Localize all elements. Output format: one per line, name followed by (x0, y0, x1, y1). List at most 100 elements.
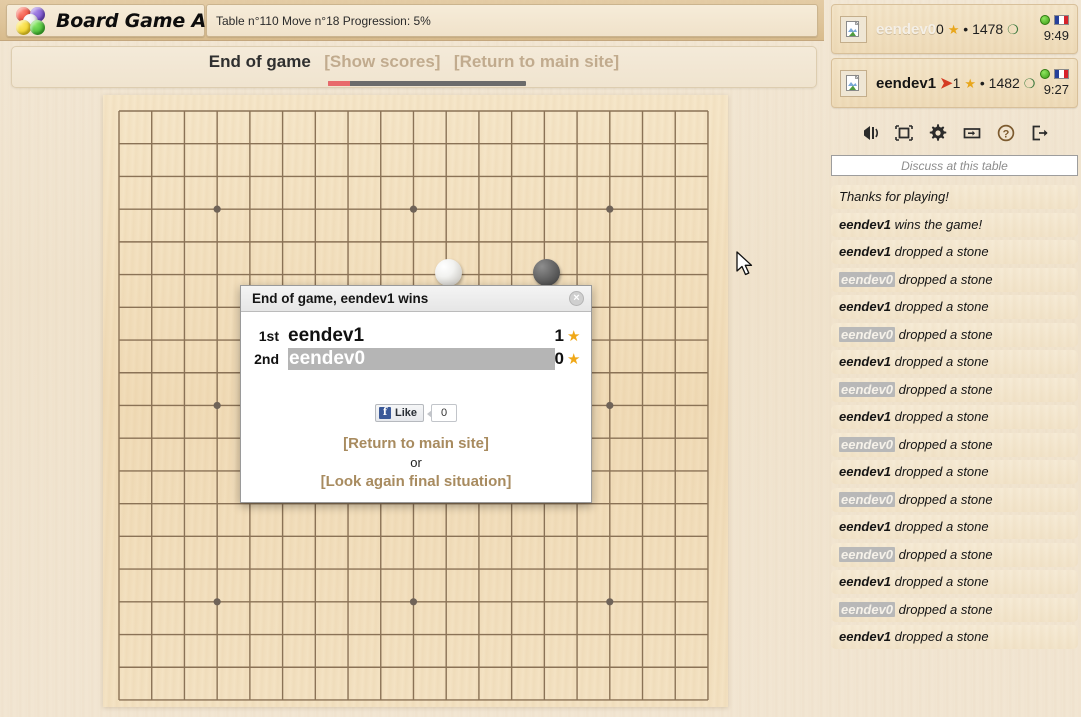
chat-author: eendev1 (839, 574, 892, 589)
active-turn-arrow-icon: ➤ (940, 74, 953, 92)
chat-author: eendev0 (839, 381, 896, 397)
chat-text: dropped a stone (891, 299, 989, 314)
dialog-title: End of game, eendev1 wins (252, 291, 429, 306)
dialog-titlebar: End of game, eendev1 wins × (241, 286, 591, 312)
chat-text: dropped a stone (891, 519, 989, 534)
star-icon: ★ (567, 350, 581, 368)
chat-text: dropped a stone (895, 326, 993, 342)
chat-author: eendev1 (839, 629, 892, 644)
chat-message: eendev0 dropped a stone (831, 488, 1078, 512)
player-meta: 9:49 (1021, 15, 1077, 43)
dialog-links: [Return to main site] or [Look again fin… (241, 434, 591, 491)
logo-dots-icon (15, 6, 51, 35)
chat-message: eendev0 dropped a stone (831, 268, 1078, 292)
status-line: End of game [Show scores] [Return to mai… (12, 52, 816, 72)
player-info: eendev1 ➤1 ★ • 1482 ❍ (876, 74, 1035, 93)
player-score: 1 (952, 74, 961, 91)
chat-message: eendev1 dropped a stone (831, 460, 1078, 484)
player-name: eendev1 ➤ (876, 74, 953, 92)
chat-text: dropped a stone (891, 574, 989, 589)
chat-message: eendev0 dropped a stone (831, 323, 1078, 347)
avatar (840, 15, 867, 43)
player-score: 0 (936, 20, 944, 37)
chat-input-placeholder: Discuss at this table (901, 158, 1008, 173)
mouse-cursor (736, 251, 753, 276)
progression-bar-fill (328, 81, 350, 86)
ranking-row: 2nd eendev0 0 ★ (241, 347, 591, 370)
star-icon: ★ (964, 75, 976, 91)
player-meta: 9:27 (1021, 69, 1077, 97)
chat-text: dropped a stone (891, 354, 989, 369)
chat-message: eendev1 dropped a stone (831, 295, 1078, 319)
stat-separator: • (963, 20, 969, 37)
player-card[interactable]: eendev00 ★ • 1478 ❍ 9:49 (831, 4, 1078, 54)
return-to-main-site-link[interactable]: [Return to main site] (454, 52, 619, 71)
facebook-like-widget: f Like 0 (241, 404, 591, 422)
chat-author: eendev1 (839, 299, 892, 314)
chat-author: eendev0 (839, 271, 896, 287)
chat-author: eendev0 (839, 546, 896, 562)
chat-text: dropped a stone (895, 271, 993, 287)
replay-sound-icon[interactable] (859, 123, 881, 143)
player-clock: 9:27 (1043, 82, 1069, 97)
fullscreen-icon[interactable] (893, 123, 915, 143)
chat-author: eendev1 (839, 354, 892, 369)
chat-author: eendev1 (839, 519, 892, 534)
white-stone (434, 258, 462, 286)
player-elo: 1478 (972, 20, 1004, 37)
flag-fr-icon (1054, 69, 1069, 79)
page-title: End of game (208, 52, 311, 71)
chat-author: eendev1 (839, 409, 892, 424)
chat-message: eendev0 dropped a stone (831, 543, 1078, 567)
chat-message: eendev1 dropped a stone (831, 240, 1078, 264)
flag-fr-icon (1054, 15, 1069, 25)
stat-separator: • (979, 74, 985, 91)
svg-text:?: ? (1002, 128, 1009, 140)
chat-text: dropped a stone (895, 436, 993, 452)
chat-log: Thanks for playing! eendev1 wins the game… (828, 185, 1081, 649)
facebook-like-label: Like (394, 407, 417, 419)
chat-message: eendev0 dropped a stone (831, 598, 1078, 622)
chat-message: eendev1 dropped a stone (831, 515, 1078, 539)
chat-text: dropped a stone (895, 546, 993, 562)
dialog-look-again-link[interactable]: [Look again final situation] (241, 472, 591, 491)
chat-text: dropped a stone (891, 464, 989, 479)
chat-input[interactable]: Discuss at this table (831, 155, 1078, 176)
chat-text: dropped a stone (891, 629, 989, 644)
close-icon[interactable]: × (569, 291, 584, 306)
chat-author: eendev0 (839, 491, 896, 507)
wreath-icon: ❍ (1007, 21, 1019, 37)
top-bar: Board Game Arena Table n°110 Move n°18 P… (0, 0, 824, 41)
player-elo: 1482 (988, 74, 1020, 91)
player-card[interactable]: eendev1 ➤1 ★ • 1482 ❍ 9:27 (831, 58, 1078, 108)
facebook-like-button[interactable]: f Like (374, 404, 424, 422)
chat-message: Thanks for playing! (831, 185, 1078, 209)
player-list: eendev00 ★ • 1478 ❍ 9:49 eendev1 ➤1 ★ • 148… (828, 4, 1081, 108)
chat-author: eendev0 (839, 436, 896, 452)
site-logo[interactable]: Board Game Arena (6, 4, 254, 37)
chat-message: eendev1 dropped a stone (831, 570, 1078, 594)
chat-message: eendev0 dropped a stone (831, 433, 1078, 457)
game-status-bar: End of game [Show scores] [Return to mai… (11, 46, 817, 88)
avatar (840, 69, 867, 97)
chat-text: dropped a stone (895, 601, 993, 617)
facebook-icon: f (378, 407, 391, 419)
chat-message: eendev1 dropped a stone (831, 625, 1078, 649)
rank-player-name: eendev1 (288, 324, 365, 346)
dialog-return-to-main-site-link[interactable]: [Return to main site] (241, 434, 591, 453)
chat-author: eendev0 (839, 601, 896, 617)
table-info-bar: Table n°110 Move n°18 Progression: 5% (206, 4, 818, 37)
black-stone (532, 258, 560, 286)
chat-message: eendev1 dropped a stone (831, 350, 1078, 374)
show-scores-link[interactable]: [Show scores] (324, 52, 440, 71)
rank-position: 1st (258, 327, 279, 344)
star-icon: ★ (567, 327, 581, 345)
chat-text: wins the game! (891, 216, 983, 232)
gear-icon[interactable] (927, 123, 949, 143)
facebook-like-count: 0 (427, 404, 457, 422)
collapse-panel-icon[interactable] (961, 123, 983, 143)
player-badges (1021, 69, 1069, 79)
help-icon[interactable]: ? (995, 123, 1017, 143)
rank-position: 2nd (254, 350, 279, 367)
logout-icon[interactable] (1029, 123, 1051, 143)
